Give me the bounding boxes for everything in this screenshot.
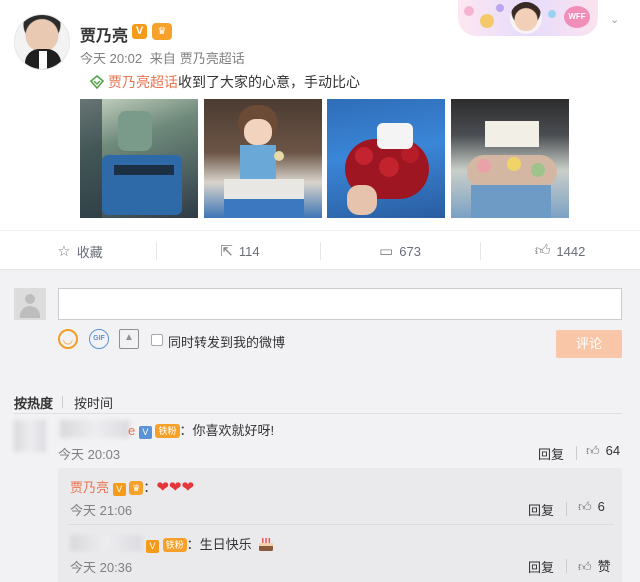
- comment-line: e V 铁粉 ：你喜欢就好呀!: [128, 420, 274, 439]
- fan-badge: 铁粉: [162, 538, 187, 552]
- banner-portrait: [510, 2, 542, 34]
- reply-button[interactable]: 回复: [528, 500, 554, 519]
- like-count: 1442: [556, 243, 586, 259]
- image-icon[interactable]: ▲: [119, 329, 139, 349]
- commenter-avatar[interactable]: [14, 420, 46, 452]
- forward-label: 同时转发到我的微博: [168, 335, 286, 350]
- repost-button[interactable]: ⇱ 114: [160, 231, 320, 271]
- verified-badge-icon: V: [132, 24, 147, 39]
- reply-author[interactable]: 贾乃亮: [70, 480, 109, 495]
- chevron-down-icon[interactable]: ⌄: [610, 14, 622, 26]
- commenter-name-suffix[interactable]: e: [128, 423, 135, 438]
- reply-like-button[interactable]: 👍︎ 6: [578, 499, 605, 515]
- forward-checkbox[interactable]: [151, 334, 163, 346]
- sort-by-time-tab[interactable]: 按时间: [74, 393, 113, 412]
- reply-button[interactable]: 回复: [528, 557, 554, 576]
- reply-like-label: 赞: [597, 559, 611, 574]
- reply-name-redacted: [70, 535, 142, 551]
- comment-button[interactable]: ▭ 673: [320, 231, 480, 271]
- fan-banner: WFF: [458, 0, 598, 36]
- crown-badge-icon: ♛: [129, 481, 144, 495]
- cake-icon: [259, 538, 274, 551]
- comment-section: ◡ GIF ▲ 同时转发到我的微博 评论 按热度 按时间 e V 铁粉 ：你喜欢就…: [0, 270, 640, 582]
- thumbs-up-icon: 👍︎: [578, 499, 592, 514]
- sort-by-hot-tab[interactable]: 按热度: [14, 393, 53, 412]
- emoji-icon[interactable]: ◡: [58, 329, 78, 349]
- repost-count: 114: [238, 243, 260, 259]
- reply-like-count: 6: [597, 499, 605, 514]
- verified-badge-icon: V: [138, 426, 152, 439]
- thumbs-up-icon: 👍︎: [586, 443, 600, 458]
- thumbs-up-icon: 👍︎: [534, 242, 551, 259]
- photo-cake-figures[interactable]: [80, 99, 198, 218]
- comment-time: 今天 20:03: [58, 447, 121, 462]
- verified-badge-icon: V: [112, 483, 126, 496]
- comment-like-count: 64: [605, 443, 621, 458]
- reply-line: 贾乃亮 V ♛ ：❤❤❤: [70, 477, 194, 496]
- post-text: 贾乃亮超话收到了大家的心意，手动比心: [90, 72, 360, 92]
- topic-link[interactable]: 贾乃亮超话: [108, 74, 178, 90]
- gif-icon[interactable]: GIF: [89, 329, 109, 349]
- wff-badge: WFF: [564, 6, 590, 28]
- comment-like-button[interactable]: 👍︎ 64: [586, 443, 620, 459]
- supertopic-icon: [90, 75, 104, 89]
- heart-emoji: ❤❤❤: [156, 479, 195, 496]
- author-avatar[interactable]: [14, 14, 70, 70]
- favorite-button[interactable]: ☆ 收藏: [0, 231, 160, 271]
- source-prefix: 来自: [149, 51, 176, 66]
- thumbs-up-icon: 👍︎: [578, 559, 592, 574]
- star-icon: ☆: [57, 243, 71, 260]
- favorite-label: 收藏: [76, 244, 103, 260]
- like-button[interactable]: 👍︎ 1442: [480, 231, 640, 271]
- author-name[interactable]: 贾乃亮: [80, 22, 128, 46]
- reply-time: 今天 21:06: [70, 503, 133, 518]
- crown-badge-icon: ♛: [152, 23, 172, 40]
- reply-like-button[interactable]: 👍︎ 赞: [578, 556, 611, 575]
- post-time[interactable]: 今天 20:02: [80, 51, 142, 66]
- comment-text: ：你喜欢就好呀!: [179, 423, 275, 438]
- weibo-post: 贾乃亮 V ♛ WFF ⌄ 今天 20:02 来自 贾乃亮超话 贾乃亮超话收到了大…: [0, 0, 640, 270]
- post-source[interactable]: 贾乃亮超话: [180, 51, 245, 66]
- photo-flower-bouquet[interactable]: [451, 99, 569, 218]
- post-meta: 今天 20:02 来自 贾乃亮超话: [80, 48, 249, 67]
- photo-rose-bouquet[interactable]: [327, 99, 445, 218]
- post-action-bar: ☆ 收藏 ⇱ 114 ▭ 673 👍︎ 1442: [0, 230, 640, 270]
- reply-line: V 铁粉 ：生日快乐: [146, 534, 275, 553]
- repost-icon: ⇱: [220, 243, 233, 260]
- photo-cake-topper[interactable]: [204, 99, 322, 218]
- verified-badge-icon: V: [146, 540, 159, 553]
- reply-time: 今天 20:36: [70, 560, 133, 575]
- fan-badge: 铁粉: [155, 424, 180, 438]
- reply-colon: ：: [143, 480, 157, 495]
- comment-count: 673: [399, 243, 421, 259]
- my-avatar: [14, 288, 46, 320]
- reply-button[interactable]: 回复: [538, 444, 564, 463]
- comment-input[interactable]: [58, 288, 622, 320]
- post-body: 收到了大家的心意，手动比心: [178, 74, 360, 90]
- comment-icon: ▭: [379, 243, 394, 260]
- commenter-name-redacted: [60, 420, 130, 438]
- reply-text: ：生日快乐: [186, 537, 252, 552]
- submit-comment-button[interactable]: 评论: [556, 330, 622, 358]
